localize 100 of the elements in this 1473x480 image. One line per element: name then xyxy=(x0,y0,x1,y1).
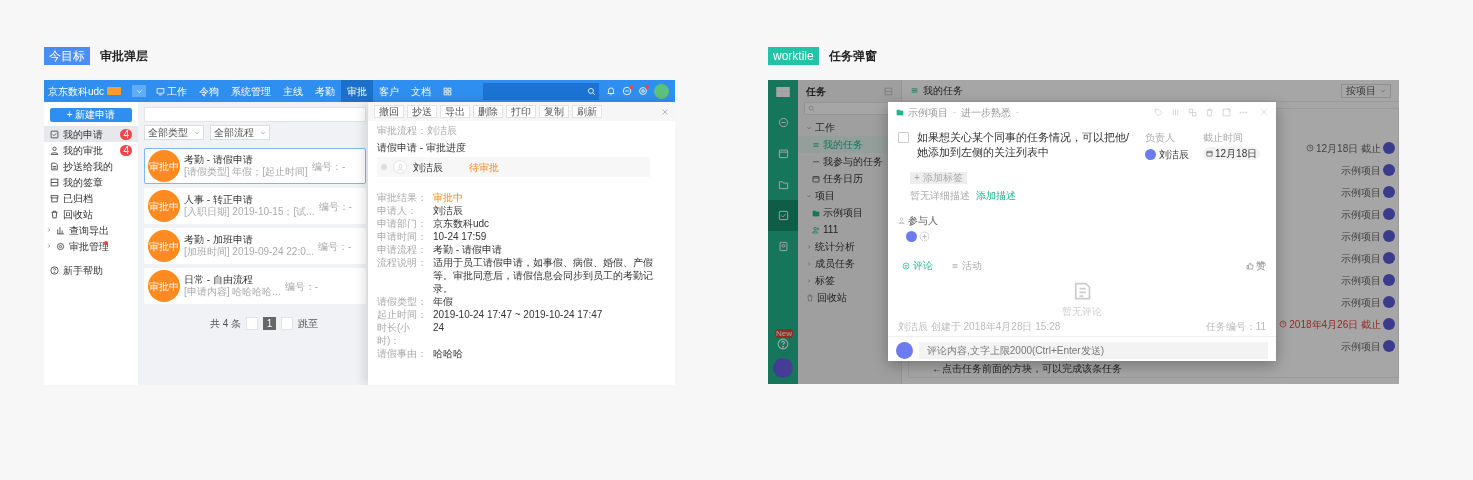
toolbar-button[interactable] xyxy=(1205,107,1214,117)
tree-item[interactable]: 工作 xyxy=(798,119,901,136)
sidebar-item[interactable]: 查询导出 xyxy=(44,222,138,238)
nav-tab[interactable]: 文档 xyxy=(405,80,437,102)
due-date-button[interactable]: 12月18日 xyxy=(1203,147,1261,160)
monitor-icon xyxy=(156,86,165,96)
toolbar-button[interactable]: 打印 xyxy=(506,105,536,118)
tree-item[interactable]: 111 xyxy=(798,221,901,238)
add-participant-button[interactable] xyxy=(919,231,930,242)
project-label: 示例项目 xyxy=(1341,339,1381,354)
filter-dropdown[interactable]: 全部类型 xyxy=(144,125,204,140)
list-icon xyxy=(812,140,820,149)
field-label: 审批结果： xyxy=(377,191,428,204)
search-field[interactable] xyxy=(144,107,366,122)
request-number: 编号：- xyxy=(318,199,352,214)
tree-item[interactable]: 回收站 xyxy=(798,289,901,306)
nav-tab[interactable]: 工作 xyxy=(150,80,193,102)
sidebar-title: 任务 xyxy=(806,84,826,99)
tree-item[interactable]: 成员任务 xyxy=(798,255,901,272)
project-label: 示例项目 xyxy=(1341,295,1381,310)
field-label: 请假事由： xyxy=(377,347,428,360)
menu-toggle-button[interactable] xyxy=(132,85,146,97)
sidebar-item[interactable]: 我的申请 4 xyxy=(44,126,138,142)
search-icon xyxy=(808,105,815,112)
sidebar-item[interactable]: 回收站 xyxy=(44,206,138,222)
tag-icon xyxy=(1154,107,1163,117)
toolbar-button[interactable]: 撤回 xyxy=(374,105,404,118)
request-title: 考勤 - 请假申请 xyxy=(184,154,254,166)
tree-item[interactable]: 标签 xyxy=(798,272,901,289)
nav-tab[interactable]: 客户 xyxy=(373,80,405,102)
nav-tab[interactable]: 主线 xyxy=(277,80,309,102)
field-label: 申请流程： xyxy=(377,243,428,256)
toolbar-button[interactable] xyxy=(1154,107,1163,117)
caret-icon xyxy=(952,109,957,115)
like-button[interactable]: 赞 xyxy=(1246,258,1266,273)
request-title: 人事 - 转正申请 xyxy=(184,194,254,206)
toolbar-button[interactable]: 导出 xyxy=(440,105,470,118)
toolbar-button[interactable]: 刷新 xyxy=(572,105,602,118)
sidebar-item[interactable]: 抄送给我的 xyxy=(44,158,138,174)
nav-tab[interactable]: 系统管理 xyxy=(225,80,277,102)
bar-chart-icon xyxy=(56,225,65,235)
avatar xyxy=(1383,340,1395,352)
request-number: 编号：- xyxy=(318,239,352,254)
toolbar-button[interactable] xyxy=(1222,107,1231,117)
task-number: 任务编号：11 xyxy=(1205,320,1266,334)
request-card[interactable]: 审批中 考勤 - 加班申请 [加班时间] 2019-09-24 22:0... 编号：- xyxy=(144,228,366,264)
tree-item[interactable]: 任务日历 xyxy=(798,170,901,187)
status-badge: 审批中 xyxy=(148,230,180,262)
people-icon xyxy=(812,225,820,234)
avatar xyxy=(906,231,917,242)
avatar[interactable] xyxy=(654,83,669,99)
page-title: 我的任务 xyxy=(923,84,963,98)
close-button[interactable] xyxy=(1260,108,1268,116)
brand-name: 京东数科udc xyxy=(48,84,105,99)
comment-field[interactable]: 评论内容,文字上限2000(Ctrl+Enter发送) xyxy=(919,341,1268,359)
nav-tab[interactable]: 令狗 xyxy=(193,80,225,102)
chat-icon xyxy=(777,117,789,128)
previous-page-button[interactable] xyxy=(246,317,259,330)
close-button[interactable] xyxy=(661,107,669,116)
sidebar-item[interactable]: 我的审批 4 xyxy=(44,142,138,158)
toolbar-button[interactable] xyxy=(1188,107,1197,117)
calendar-icon xyxy=(1206,150,1213,157)
search-icon xyxy=(587,86,596,96)
sidebar-item[interactable]: 新手帮助 xyxy=(44,262,138,278)
field-label: 申请时间： xyxy=(377,230,428,243)
new-badge: New xyxy=(775,329,793,338)
search-field[interactable] xyxy=(483,82,599,100)
sidebar-item[interactable]: 已归档 xyxy=(44,190,138,206)
panel-icon xyxy=(50,177,59,187)
tree-item[interactable]: 示例项目 xyxy=(798,204,901,221)
caret-icon xyxy=(1380,87,1386,94)
new-request-button[interactable]: + 新建申请 xyxy=(50,108,132,122)
tree-item[interactable]: 我参与的任务 xyxy=(798,153,901,170)
caret-icon xyxy=(194,129,200,136)
status-badge: 审批中 xyxy=(148,150,180,182)
tree-item[interactable]: 统计分析 xyxy=(798,238,901,255)
toolbar-button[interactable]: 删除 xyxy=(473,105,503,118)
field-label: 时长(小时)： xyxy=(377,321,412,347)
toolbar-button[interactable]: 复制 xyxy=(539,105,569,118)
page-button[interactable]: 1 xyxy=(263,317,277,330)
checkbox-icon xyxy=(50,129,59,139)
field-value: 年假 xyxy=(433,295,453,308)
nav-tab[interactable]: 审批 xyxy=(341,80,373,102)
expand-icon xyxy=(1222,107,1231,117)
tree-item[interactable]: 项目 xyxy=(798,187,901,204)
task-checkbox[interactable] xyxy=(898,132,909,143)
close-icon xyxy=(661,107,669,116)
nav-tab[interactable]: 考勤 xyxy=(309,80,341,102)
breadcrumb: 审批流程：刘洁辰 xyxy=(377,124,458,137)
clock-icon xyxy=(1305,144,1314,152)
filter-dropdown[interactable]: 全部流程 xyxy=(210,125,270,140)
folder-icon xyxy=(777,179,789,190)
trash-icon xyxy=(50,209,59,219)
group-by-dropdown[interactable]: 按项目 xyxy=(1341,83,1391,98)
toolbar-button[interactable] xyxy=(1171,107,1180,117)
avatar[interactable] xyxy=(773,358,793,378)
next-page-button[interactable] xyxy=(281,317,294,330)
toolbar-button[interactable]: 抄送 xyxy=(407,105,437,118)
field-value: 考勤 - 请假申请 xyxy=(433,243,502,256)
sidebar-item[interactable]: 我的签章 xyxy=(44,174,138,190)
